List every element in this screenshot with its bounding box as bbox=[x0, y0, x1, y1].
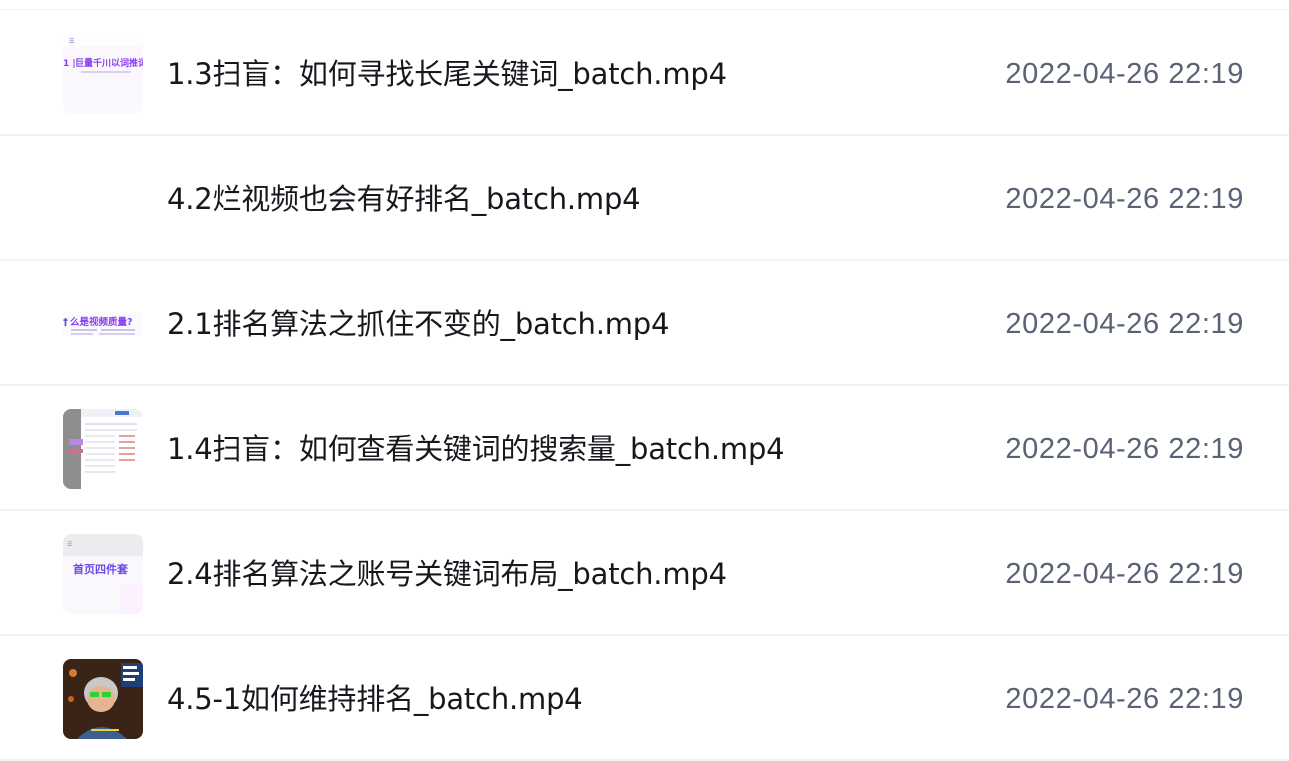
file-row[interactable]: 4.2烂视频也会有好排名_batch.mp4 2022-04-26 22:19 bbox=[0, 137, 1289, 261]
file-name: 2.4排名算法之账号关键词布局_batch.mp4 bbox=[167, 557, 727, 591]
file-row[interactable]: ☰ 首页四件套 2.4排名算法之账号关键词布局_batch.mp4 2022-0… bbox=[0, 512, 1289, 636]
svg-text:1 |: 1 | bbox=[63, 59, 76, 69]
file-row[interactable]: ☰ 1 | 巨量千川以词推词 1.3扫盲：如何寻找长尾关键词_batch.mp4… bbox=[0, 12, 1289, 136]
video-thumbnail-icon[interactable]: † 么是视频质量? bbox=[63, 284, 143, 364]
file-date: 2022-04-26 22:19 bbox=[1005, 58, 1244, 90]
video-thumbnail-icon[interactable]: ☰ 1 | 巨量千川以词推词 bbox=[63, 34, 143, 114]
svg-text:☰: ☰ bbox=[67, 541, 72, 548]
file-list: ☰ 1 | 巨量千川以词推词 1.3扫盲：如何寻找长尾关键词_batch.mp4… bbox=[0, 0, 1289, 761]
file-date: 2022-04-26 22:19 bbox=[1005, 433, 1244, 465]
file-name: 4.5-1如何维持排名_batch.mp4 bbox=[167, 682, 583, 716]
file-name: 1.3扫盲：如何寻找长尾关键词_batch.mp4 bbox=[167, 57, 727, 91]
file-date: 2022-04-26 22:19 bbox=[1005, 308, 1244, 340]
screenshot-thumbnail-icon[interactable] bbox=[63, 409, 143, 489]
thumbnail-caption: 巨量千川以词推词 bbox=[75, 57, 143, 69]
file-date: 2022-04-26 22:19 bbox=[1005, 183, 1244, 215]
file-row[interactable]: 4.5-1如何维持排名_batch.mp4 2022-04-26 22:19 bbox=[0, 637, 1289, 761]
file-name: 1.4扫盲：如何查看关键词的搜索量_batch.mp4 bbox=[167, 432, 785, 466]
file-name: 2.1排名算法之抓住不变的_batch.mp4 bbox=[167, 307, 670, 341]
thumbnail-caption: 么是视频质量? bbox=[70, 316, 133, 328]
svg-text:☰: ☰ bbox=[69, 38, 74, 45]
svg-text:†: † bbox=[63, 317, 68, 328]
file-date: 2022-04-26 22:19 bbox=[1005, 558, 1244, 590]
file-name: 4.2烂视频也会有好排名_batch.mp4 bbox=[167, 182, 641, 216]
file-row[interactable]: 1.4扫盲：如何查看关键词的搜索量_batch.mp4 2022-04-26 2… bbox=[0, 387, 1289, 511]
top-divider bbox=[0, 9, 1289, 10]
file-row[interactable]: † 么是视频质量? 2.1排名算法之抓住不变的_batch.mp4 2022-0… bbox=[0, 262, 1289, 386]
thumbnail-caption: 首页四件套 bbox=[73, 562, 129, 576]
person-thumbnail-icon[interactable] bbox=[63, 659, 143, 739]
blank-thumbnail-icon[interactable] bbox=[63, 159, 143, 239]
file-date: 2022-04-26 22:19 bbox=[1005, 683, 1244, 715]
video-thumbnail-icon[interactable]: ☰ 首页四件套 bbox=[63, 534, 143, 614]
